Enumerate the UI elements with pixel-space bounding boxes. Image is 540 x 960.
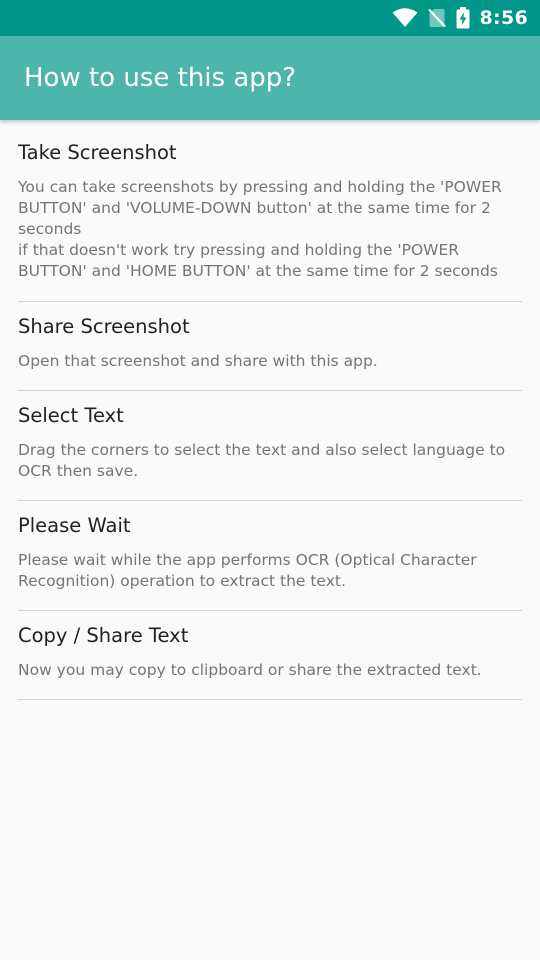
section-description: Open that screenshot and share with this…: [18, 352, 378, 370]
section-title: Take Screenshot: [18, 141, 177, 164]
instruction-section-please-wait: Please Wait Please wait while the app pe…: [18, 501, 522, 611]
wifi-icon: [392, 8, 418, 27]
app-bar-title: How to use this app?: [24, 63, 297, 93]
section-title: Copy / Share Text: [18, 624, 189, 647]
battery-charging-icon: [456, 7, 470, 29]
instruction-section-take-screenshot: Take Screenshot You can take screenshots…: [18, 120, 522, 302]
instruction-section-copy-share-text: Copy / Share Text Now you may copy to cl…: [18, 611, 522, 700]
section-description: Drag the corners to select the text and …: [18, 441, 506, 480]
status-time: 8:56: [479, 7, 528, 29]
section-title: Share Screenshot: [18, 315, 190, 338]
section-title: Please Wait: [18, 514, 131, 537]
status-icons: 8:56: [392, 0, 528, 36]
instruction-section-share-screenshot: Share Screenshot Open that screenshot an…: [18, 302, 522, 391]
instructions-list: Take Screenshot You can take screenshots…: [18, 120, 522, 700]
section-description: Please wait while the app performs OCR (…: [18, 551, 477, 590]
section-description: Now you may copy to clipboard or share t…: [18, 661, 482, 679]
section-description: You can take screenshots by pressing and…: [18, 178, 502, 280]
app-bar: How to use this app?: [0, 36, 540, 120]
status-bar: 8:56: [0, 0, 540, 36]
instruction-section-select-text: Select Text Drag the corners to select t…: [18, 391, 522, 501]
no-sim-icon: [427, 8, 446, 28]
section-title: Select Text: [18, 404, 124, 427]
